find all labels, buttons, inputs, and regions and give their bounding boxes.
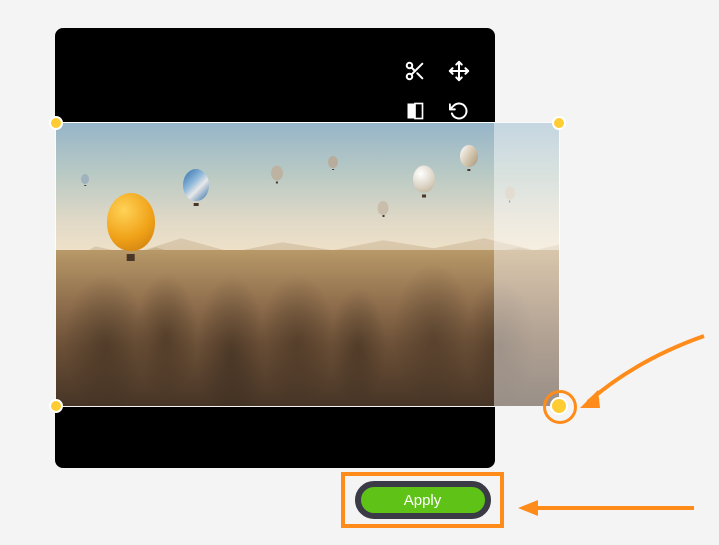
preview-element — [81, 174, 89, 184]
annotation-apply-highlight: Apply — [341, 472, 504, 528]
crop-tool-button[interactable] — [397, 56, 433, 86]
preview-element — [271, 166, 283, 181]
annotation-arrow-icon — [516, 498, 696, 523]
preview-element — [328, 156, 338, 168]
image-preview[interactable] — [55, 122, 560, 407]
scissors-icon — [404, 60, 426, 82]
rotate-icon — [449, 101, 469, 121]
preview-element — [107, 193, 155, 251]
preview-element — [460, 145, 478, 167]
preview-element — [378, 201, 389, 215]
crop-handle-bottom-left[interactable] — [49, 399, 63, 413]
apply-button[interactable]: Apply — [355, 481, 491, 519]
preview-terrain — [55, 250, 560, 407]
move-tool-button[interactable] — [441, 56, 477, 86]
move-icon — [448, 60, 470, 82]
apply-button-label: Apply — [404, 492, 442, 509]
editor-toolbar — [397, 56, 477, 126]
preview-element — [505, 187, 515, 200]
contrast-icon — [405, 101, 425, 121]
crop-handle-top-left[interactable] — [49, 116, 63, 130]
crop-handle-top-right[interactable] — [552, 116, 566, 130]
preview-element — [183, 169, 209, 201]
annotation-arrow-icon — [576, 330, 706, 425]
preview-element — [413, 166, 435, 193]
crop-handle-bottom-right[interactable] — [550, 397, 568, 415]
